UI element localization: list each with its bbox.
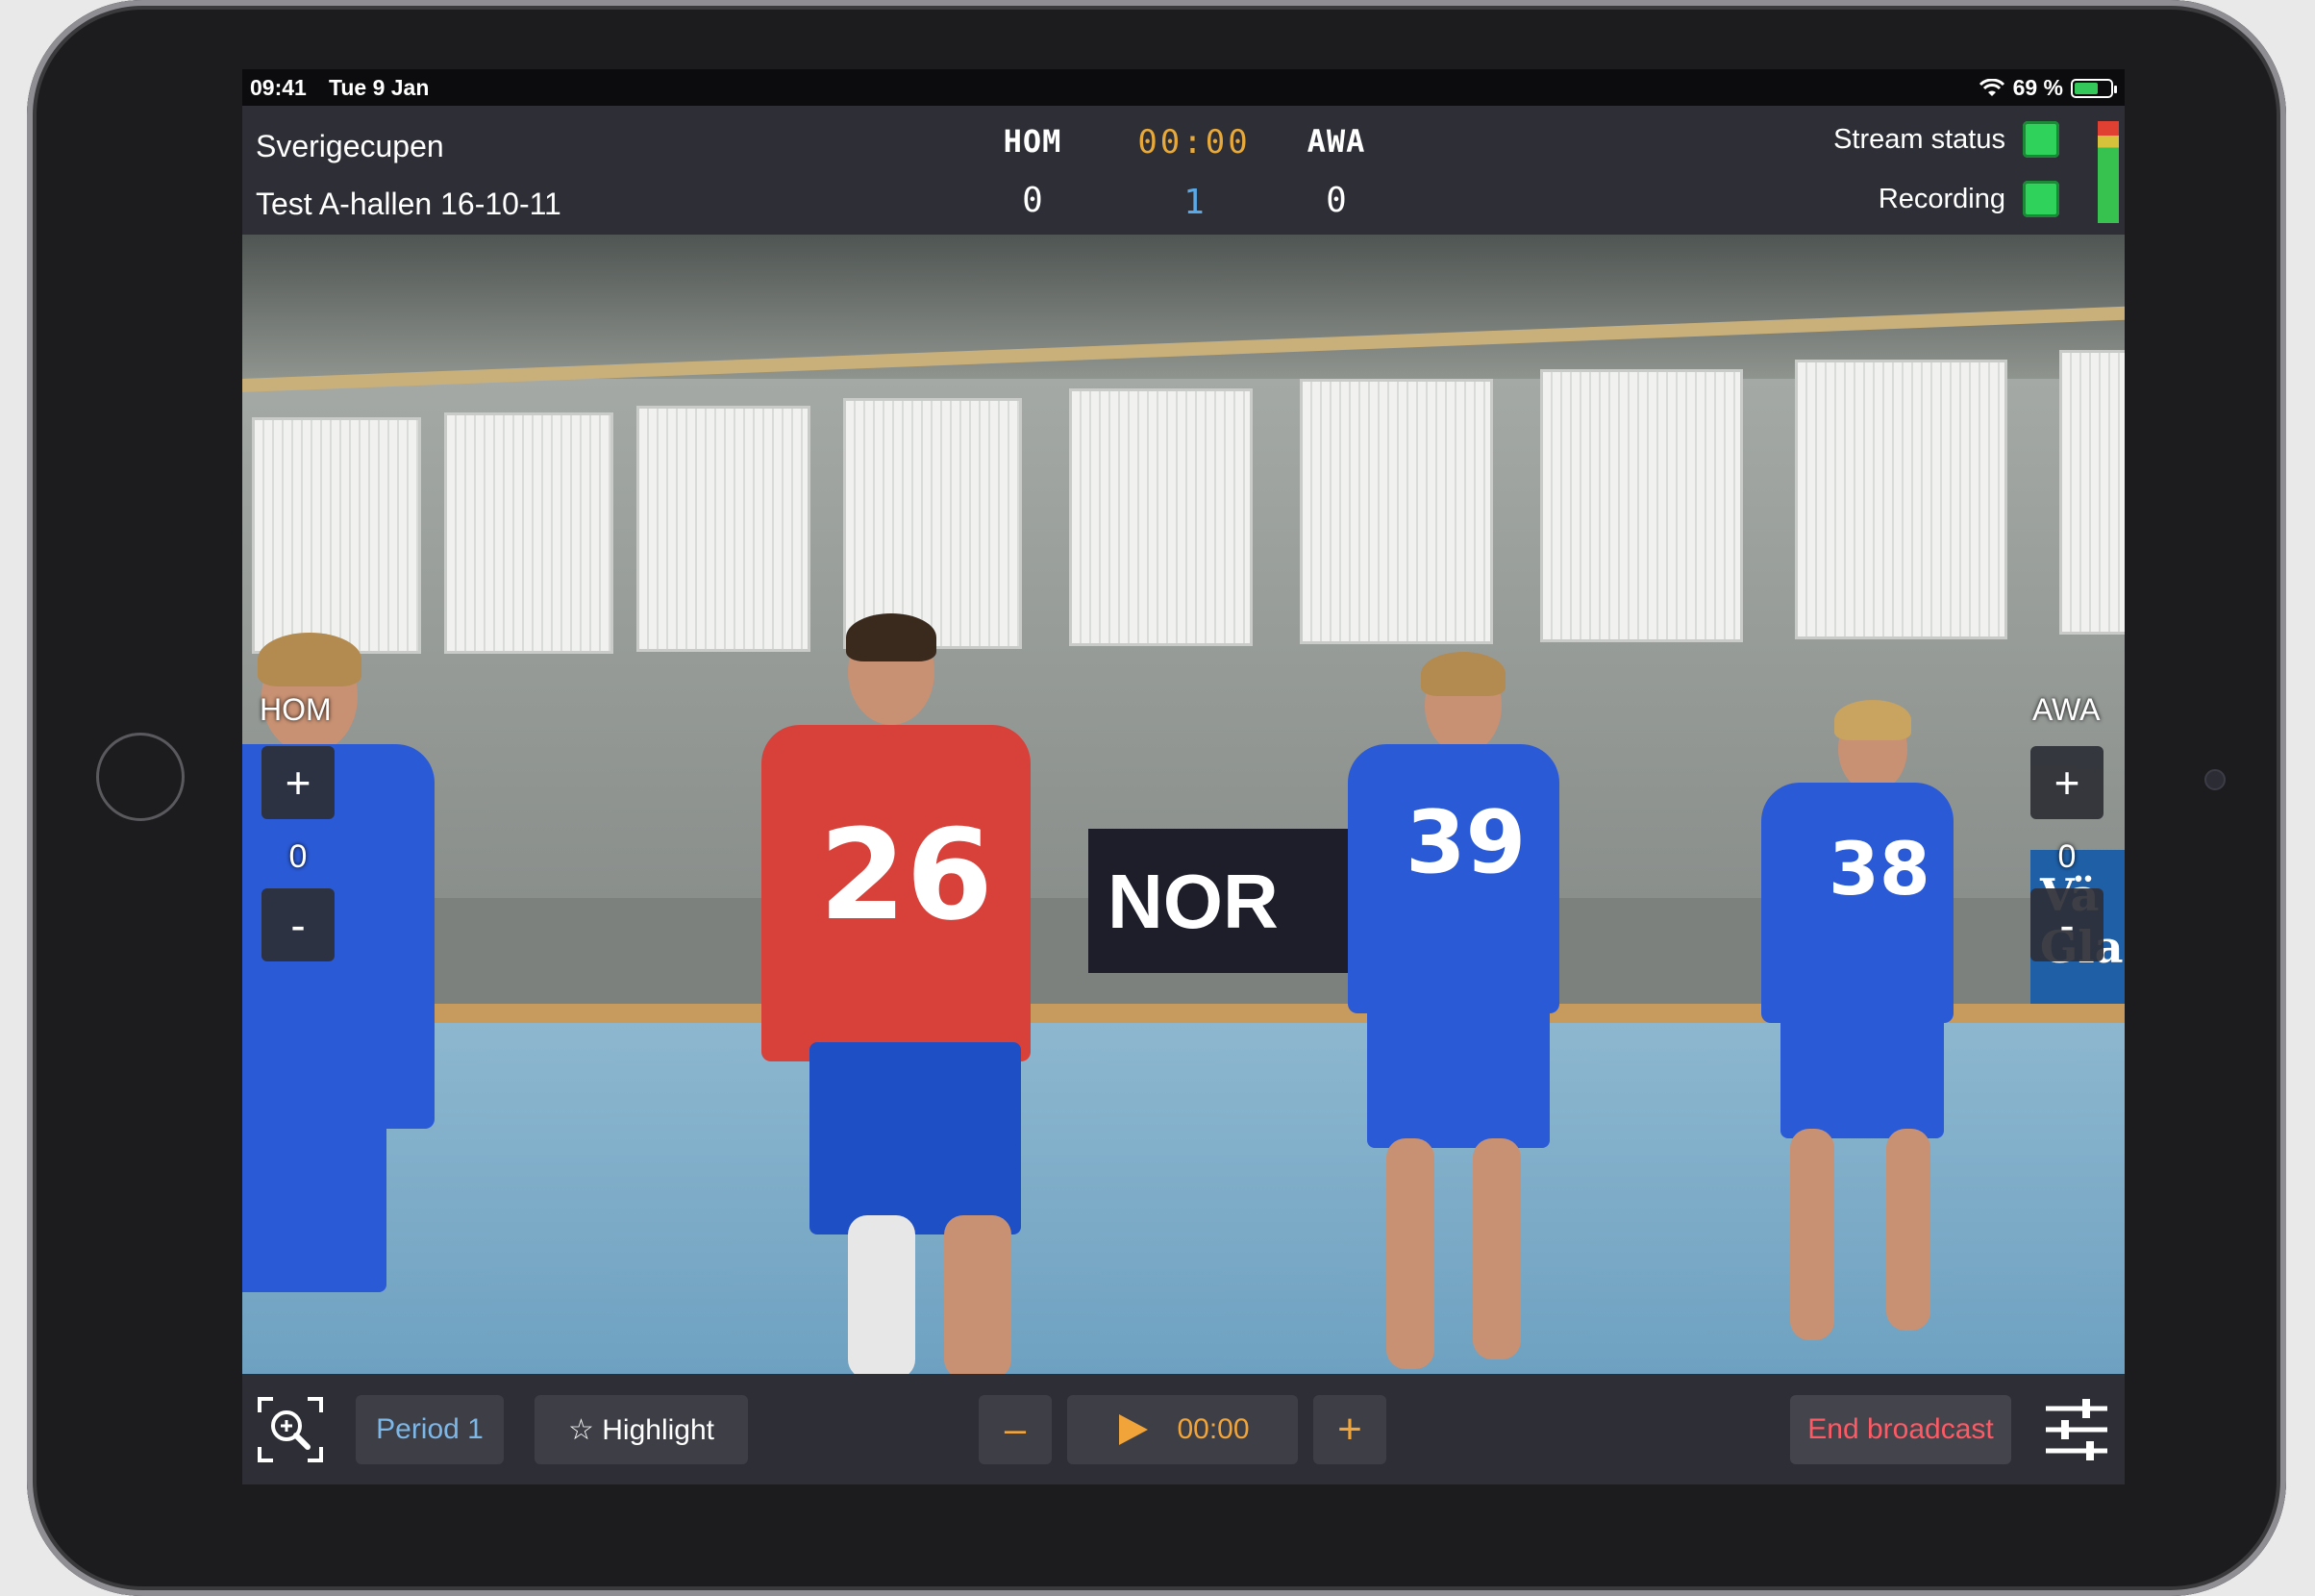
clock-minus-button[interactable]: – bbox=[979, 1395, 1052, 1464]
clock-column: 00:00 1 bbox=[1117, 123, 1271, 222]
audio-level-meter bbox=[2098, 121, 2119, 223]
play-clock-button[interactable]: 00:00 bbox=[1067, 1395, 1298, 1464]
jersey-number: 26 bbox=[819, 802, 993, 948]
ipad-frame: 09:41 Tue 9 Jan 69 % Sverigecupen Test A… bbox=[27, 0, 2286, 1596]
clock-plus-button[interactable]: + bbox=[1313, 1395, 1386, 1464]
jersey-number: 39 bbox=[1406, 792, 1527, 893]
wifi-icon bbox=[1979, 78, 2004, 96]
event-name: Sverigecupen bbox=[256, 129, 444, 163]
status-bar: 09:41 Tue 9 Jan 69 % bbox=[242, 69, 2125, 106]
status-time: 09:41 bbox=[250, 75, 307, 100]
home-team-column: HOM 0 bbox=[965, 123, 1100, 220]
home-overlay-score: 0 bbox=[288, 838, 308, 875]
highlight-button[interactable]: ☆ Highlight bbox=[535, 1395, 748, 1464]
home-team-name: HOM bbox=[1003, 123, 1062, 160]
wall-panel bbox=[843, 398, 1022, 649]
battery-icon bbox=[2071, 78, 2117, 98]
wall-panel bbox=[1540, 369, 1743, 642]
stream-status-row: Stream status bbox=[1833, 121, 2059, 158]
home-score-plus-button[interactable]: + bbox=[261, 746, 335, 819]
stream-status-indicator bbox=[2023, 121, 2059, 158]
battery-percent: 69 % bbox=[2012, 75, 2063, 100]
wall-panel bbox=[444, 412, 613, 654]
wall-panel bbox=[2059, 350, 2125, 635]
zoom-icon[interactable] bbox=[256, 1395, 325, 1464]
away-team-column: AWA 0 bbox=[1269, 123, 1404, 220]
away-overlay-score: 0 bbox=[2057, 838, 2077, 875]
sponsor-banner-text: NOR bbox=[1108, 859, 1279, 944]
period-button[interactable]: Period 1 bbox=[356, 1395, 504, 1464]
wall-panel bbox=[1300, 379, 1493, 644]
home-team-score: 0 bbox=[1022, 181, 1043, 220]
recording-label: Recording bbox=[1878, 183, 2005, 214]
away-team-name: AWA bbox=[1307, 123, 1366, 160]
recording-indicator bbox=[2023, 181, 2059, 217]
play-icon bbox=[1119, 1414, 1149, 1445]
status-date: Tue 9 Jan bbox=[329, 75, 430, 100]
toolbar-clock: 00:00 bbox=[1177, 1413, 1250, 1445]
jersey-number: 38 bbox=[1829, 826, 1930, 911]
wall-panel bbox=[1795, 360, 2007, 639]
wall-panel bbox=[1069, 388, 1253, 646]
front-camera bbox=[2204, 769, 2226, 790]
video-ceiling bbox=[242, 235, 2125, 379]
scoreboard: Sverigecupen Test A-hallen 16-10-11 HOM … bbox=[242, 106, 2125, 235]
away-overlay-label: AWA bbox=[2032, 692, 2101, 727]
away-team-score: 0 bbox=[1326, 181, 1347, 220]
video-feed[interactable]: NOR Vä Glas 26 39 bbox=[242, 235, 2125, 1374]
event-subtitle: Test A-hallen 16-10-11 bbox=[256, 187, 561, 221]
stream-status-label: Stream status bbox=[1833, 123, 2005, 155]
home-button[interactable] bbox=[96, 733, 185, 821]
wall-panel bbox=[636, 406, 810, 652]
settings-sliders-icon[interactable] bbox=[2042, 1397, 2111, 1462]
home-score-minus-button[interactable]: - bbox=[261, 888, 335, 961]
away-score-plus-button[interactable]: + bbox=[2030, 746, 2103, 819]
bottom-toolbar: Period 1 ☆ Highlight – 00:00 + End broad… bbox=[242, 1374, 2125, 1484]
recording-row: Recording bbox=[1879, 181, 2059, 217]
app-screen: 09:41 Tue 9 Jan 69 % Sverigecupen Test A… bbox=[242, 69, 2125, 1484]
period-number: 1 bbox=[1183, 183, 1205, 222]
away-score-minus-button[interactable]: - bbox=[2030, 888, 2103, 961]
end-broadcast-button[interactable]: End broadcast bbox=[1790, 1395, 2011, 1464]
wall-panel bbox=[252, 417, 421, 654]
home-overlay-label: HOM bbox=[260, 692, 332, 727]
game-clock: 00:00 bbox=[1137, 123, 1251, 162]
